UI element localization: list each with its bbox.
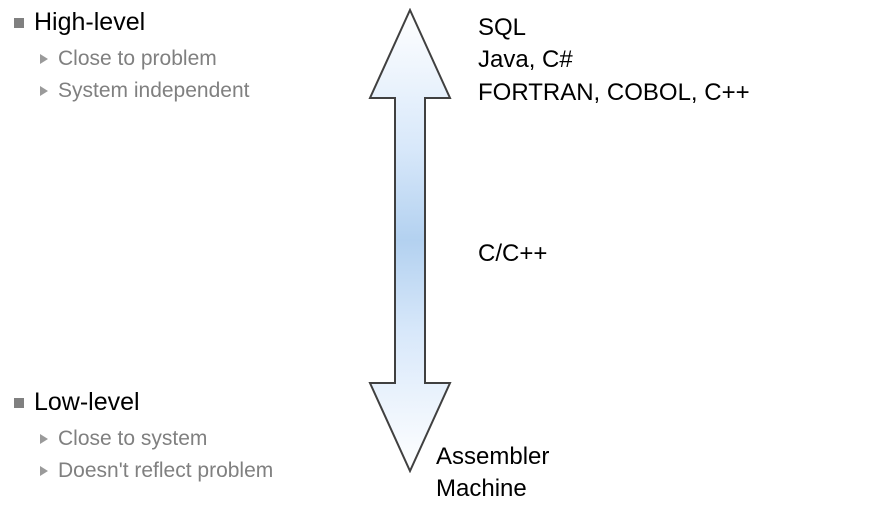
- triangle-bullet-icon: [40, 434, 48, 444]
- double-arrow-icon: [365, 8, 455, 473]
- low-level-item-0: Close to system: [58, 427, 207, 451]
- list-item: System independent: [40, 79, 249, 103]
- lang-bottom-0: Assembler: [436, 441, 549, 473]
- triangle-bullet-icon: [40, 86, 48, 96]
- square-bullet-icon: [14, 18, 24, 28]
- triangle-bullet-icon: [40, 466, 48, 476]
- square-bullet-icon: [14, 398, 24, 408]
- low-level-title: Low-level: [34, 388, 140, 417]
- triangle-bullet-icon: [40, 54, 48, 64]
- lang-top-0: SQL: [478, 12, 750, 44]
- high-level-section: High-level Close to problem System indep…: [14, 8, 249, 103]
- low-level-section: Low-level Close to system Doesn't reflec…: [14, 388, 273, 491]
- languages-high: SQL Java, C# FORTRAN, COBOL, C++: [478, 12, 750, 109]
- lang-top-1: Java, C#: [478, 44, 750, 76]
- list-item: Close to system: [40, 427, 273, 451]
- languages-mid: C/C++: [478, 238, 547, 270]
- high-level-title: High-level: [34, 8, 145, 37]
- low-level-item-1: Doesn't reflect problem: [58, 459, 273, 483]
- lang-bottom-1: Machine: [436, 473, 549, 505]
- lang-top-2: FORTRAN, COBOL, C++: [478, 77, 750, 109]
- high-level-item-1: System independent: [58, 79, 249, 103]
- list-item: Doesn't reflect problem: [40, 459, 273, 483]
- high-level-item-0: Close to problem: [58, 47, 217, 71]
- list-item: Close to problem: [40, 47, 249, 71]
- lang-mid-0: C/C++: [478, 238, 547, 270]
- high-level-header: High-level: [14, 8, 249, 37]
- languages-low: Assembler Machine: [436, 441, 549, 506]
- low-level-header: Low-level: [14, 388, 273, 417]
